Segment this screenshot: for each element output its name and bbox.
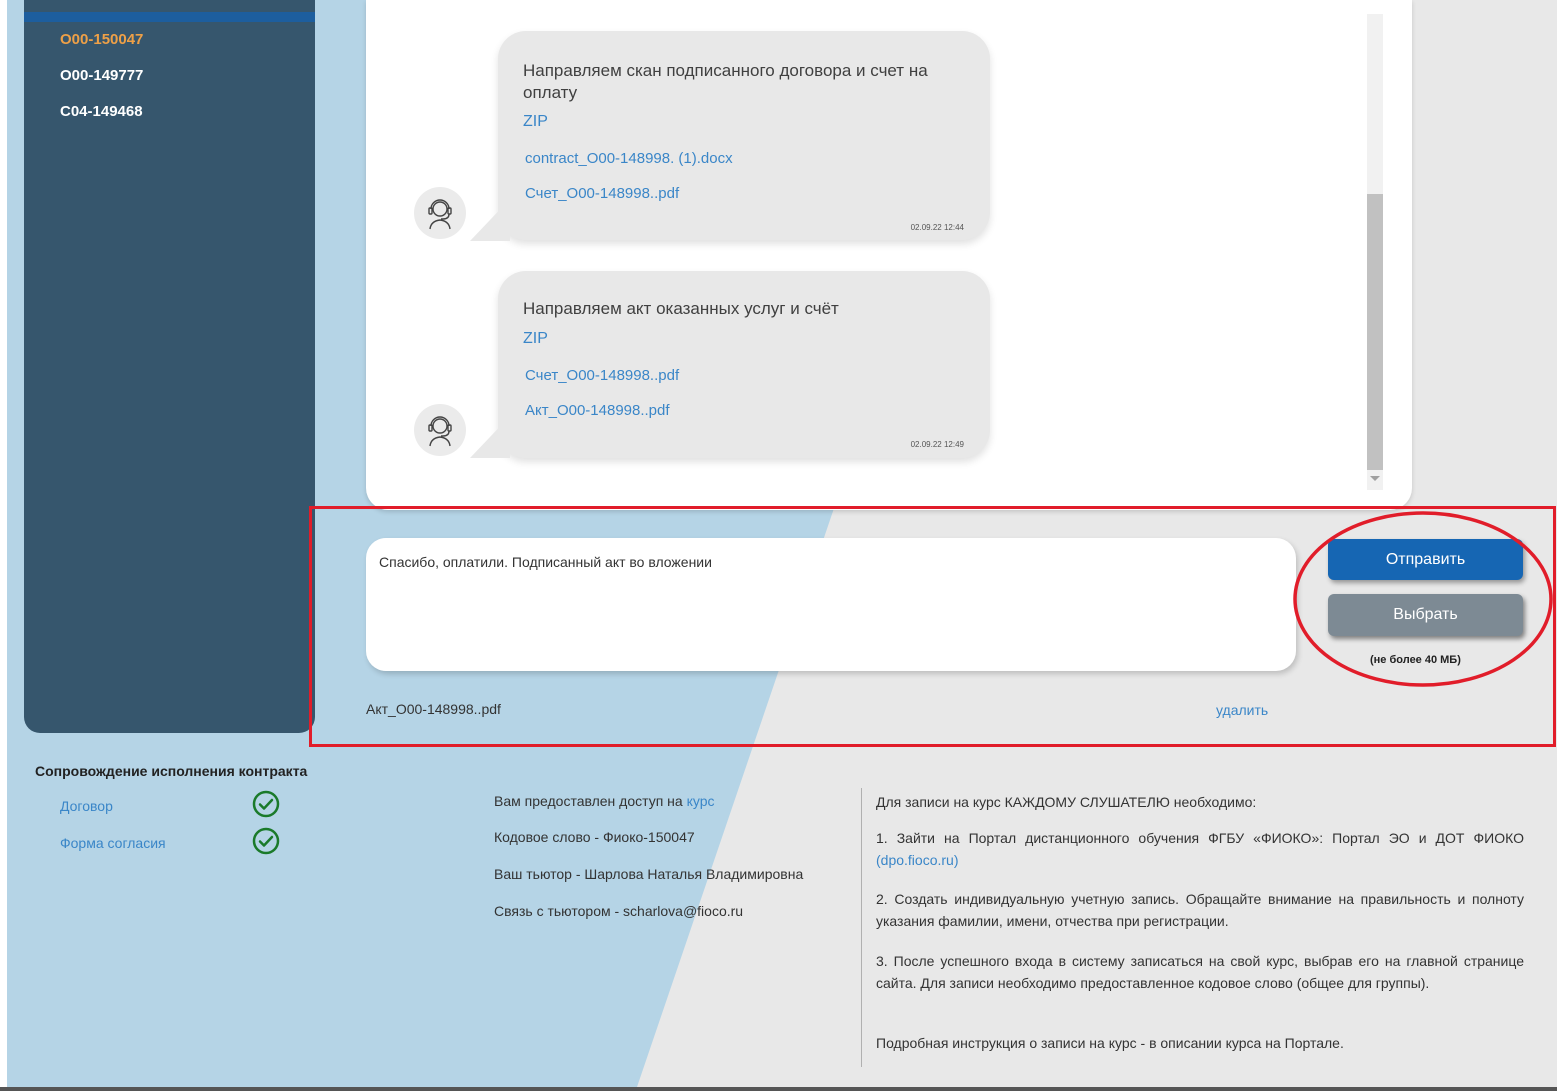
instructions-step-3: 3. После успешного входа в систему запис… [876, 953, 1524, 991]
scrollbar-thumb[interactable] [1367, 194, 1383, 470]
order-sidebar: О00-150047 О00-149777 С04-149468 [24, 0, 315, 733]
instructions-step-2: 2. Создать индивидуальную учетную запись… [876, 891, 1524, 929]
message-timestamp: 02.09.22 12:49 [910, 440, 964, 449]
sidebar-item-order-150047[interactable]: О00-150047 [60, 31, 143, 48]
attachment-link[interactable]: contract_О00-148998. (1).docx [525, 150, 733, 167]
message-bubble-tail [470, 199, 510, 241]
attachment-link[interactable]: Счет_О00-148998..pdf [525, 367, 679, 384]
instructions-step-1: 1. Зайти на Портал дистанционного обучен… [876, 827, 1524, 871]
message-bubble-tail [470, 416, 510, 458]
contract-section-title: Сопровождение исполнения контракта [35, 763, 308, 779]
sidebar-top-bar [24, 12, 315, 22]
info-divider [861, 788, 862, 1067]
chat-message: Направляем скан подписанного договора и … [470, 31, 990, 241]
zip-download-link[interactable]: ZIP [523, 113, 548, 131]
course-access-text: Вам предоставлен доступ на [494, 793, 687, 809]
codeword-line: Кодовое слово - Фиоко-150047 [494, 829, 695, 845]
message-text: Направляем акт оказанных услуг и счёт [523, 299, 839, 318]
zip-download-link[interactable]: ZIP [523, 330, 548, 348]
consent-form-link[interactable]: Форма согласия [60, 835, 166, 851]
scroll-down-arrow-icon[interactable] [1370, 476, 1380, 481]
sidebar-item-order-149468[interactable]: С04-149468 [60, 103, 143, 120]
contract-link[interactable]: Договор [60, 798, 113, 814]
message-text: Направляем скан подписанного договора и … [523, 61, 928, 102]
check-circle-icon [252, 790, 280, 818]
message-timestamp: 02.09.22 12:44 [910, 223, 964, 232]
check-circle-icon [252, 827, 280, 855]
step-1-text: 1. Зайти на Портал дистанционного обучен… [876, 830, 1524, 846]
instructions-intro: Для записи на курс КАЖДОМУ СЛУШАТЕЛЮ нео… [876, 794, 1257, 810]
annotation-highlight-ellipse [1293, 511, 1553, 687]
chat-history-panel[interactable]: Направляем скан подписанного договора и … [366, 0, 1412, 510]
sidebar-item-order-149777[interactable]: О00-149777 [60, 67, 143, 84]
instructions-note: Подробная инструкция о записи на курс - … [876, 1035, 1344, 1051]
attachment-link[interactable]: Акт_О00-148998..pdf [525, 402, 670, 419]
course-link[interactable]: курс [687, 793, 715, 809]
chat-message: Направляем акт оказанных услуг и счёт ZI… [470, 271, 990, 458]
chat-scrollbar[interactable] [1367, 14, 1383, 490]
portal-link[interactable]: (dpo.fioco.ru) [876, 852, 958, 868]
tutor-contact-line: Связь с тьютором - scharlova@fioco.ru [494, 903, 744, 919]
bottom-border [0, 1087, 1557, 1091]
support-operator-icon [414, 404, 466, 456]
course-access-line: Вам предоставлен доступ на курс [494, 793, 715, 809]
tutor-line: Ваш тьютор - Шарлова Наталья Владимировн… [494, 866, 804, 882]
attachment-link[interactable]: Счет_О00-148998..pdf [525, 185, 679, 202]
support-operator-icon [414, 187, 466, 239]
